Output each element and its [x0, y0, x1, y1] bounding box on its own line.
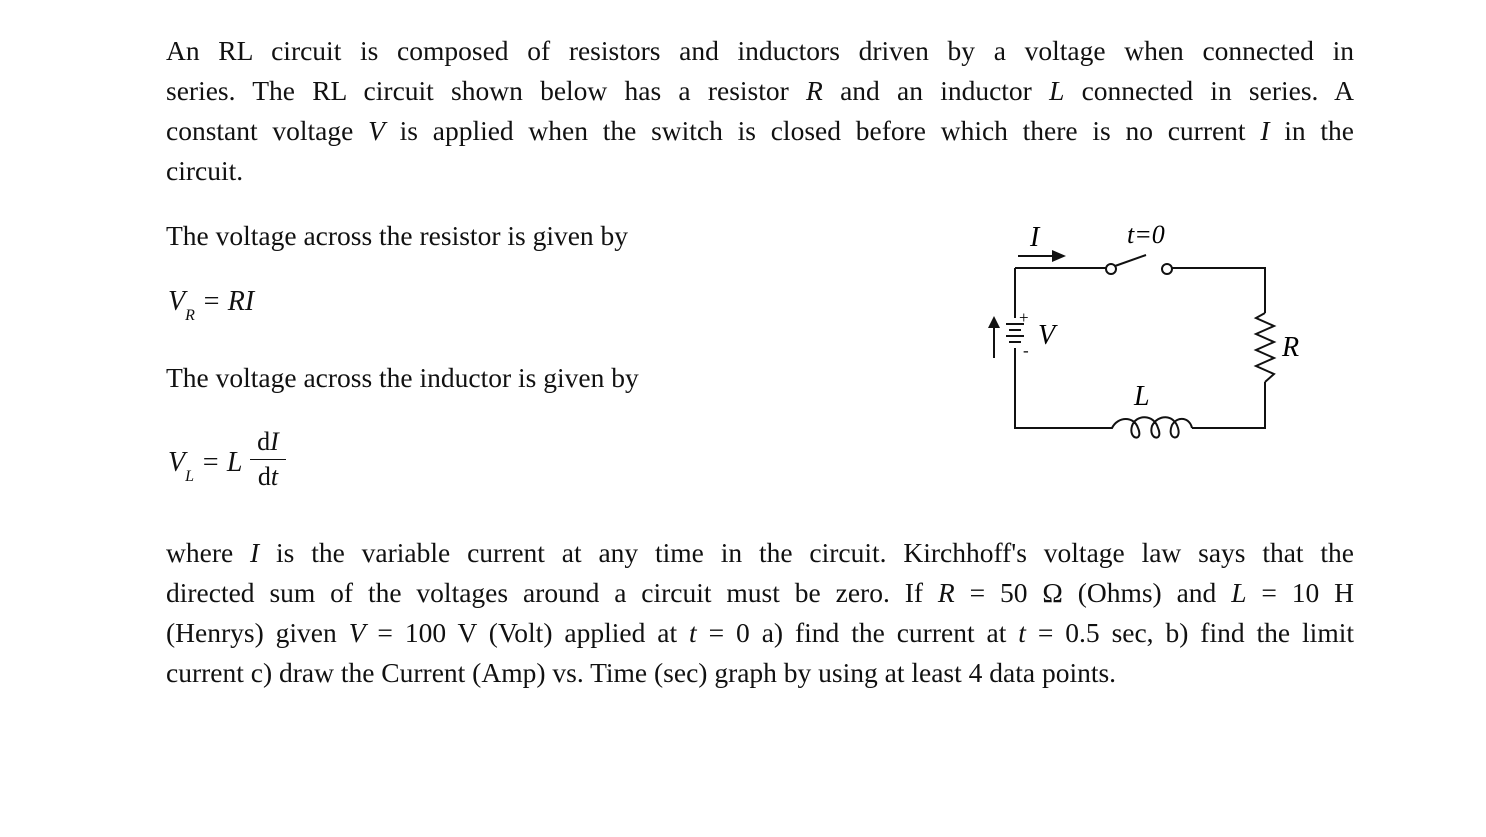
math-variable: R [937, 577, 955, 608]
switch-terminal-right [1161, 263, 1173, 275]
source-plus-label: + [1019, 308, 1029, 327]
wire-bottom-left [1014, 348, 1107, 429]
math-variable: t [1018, 617, 1026, 648]
math-variable: t [689, 617, 697, 648]
math-variable: V [348, 617, 366, 648]
rl-circuit-diagram: I t=0 + - V R L [988, 220, 1299, 439]
inductor-label: L [1133, 381, 1150, 412]
switch-time-label: t=0 [1127, 220, 1165, 249]
source-direction-arrow-icon [988, 316, 1000, 358]
problem-paragraph: where I is the variable current at any t… [166, 533, 1354, 693]
switch-terminal-left [1105, 263, 1117, 275]
resistor-label: R [1281, 332, 1299, 363]
resistor-zigzag [1253, 312, 1277, 383]
text-line: current c) draw the Current (Amp) vs. Ti… [166, 657, 1117, 688]
source-minus-label: - [1023, 341, 1029, 360]
current-arrow-icon [1018, 250, 1066, 262]
math-variable: L [1231, 577, 1247, 608]
wire-right-bottom [1192, 382, 1266, 429]
switch-blade [1114, 254, 1147, 267]
math-variable: I [250, 537, 260, 568]
inductor-coil [1107, 416, 1193, 439]
text-line: where I is the variable current at any t… [166, 537, 1354, 568]
source-voltage-label: V [1038, 320, 1058, 351]
text-line: (Henrys) given V = 100 V (Volt) applied … [166, 617, 1354, 648]
wire-top-right [1172, 267, 1266, 313]
text-line: directed sum of the voltages around a ci… [166, 577, 1355, 608]
current-label: I [1029, 222, 1041, 253]
